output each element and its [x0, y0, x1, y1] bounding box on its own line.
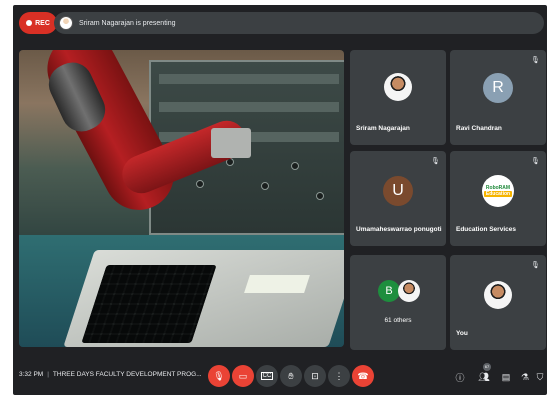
- mic-off-icon: 🎙︎: [531, 158, 540, 165]
- camera-off-icon: ▭: [238, 370, 248, 381]
- participant-tile[interactable]: 🎙︎ R Ravi Chandran: [450, 50, 546, 145]
- others-tile[interactable]: B 61 others: [350, 255, 446, 350]
- participant-letter-avatar: B: [378, 280, 400, 302]
- hand-icon: ✋︎: [288, 370, 294, 381]
- presenter-avatar: [59, 16, 73, 30]
- participant-name: Umamaheswarrao ponugoti: [356, 226, 442, 233]
- people-icon: 👥︎: [478, 371, 490, 382]
- host-controls-button[interactable]: ⛉: [533, 370, 547, 384]
- participant-tile[interactable]: 🎙︎ RoboRAM Education Education Services: [450, 151, 546, 246]
- mic-off-icon: 🎙︎: [213, 370, 225, 381]
- phone-end-icon: ☎︎: [357, 370, 369, 381]
- lock-icon: ⛉: [536, 371, 544, 382]
- participant-name: Sriram Nagarajan: [356, 125, 410, 132]
- meet-window: REC Sriram Nagarajan is presenting Srira…: [13, 5, 547, 395]
- self-photo-avatar: [484, 281, 512, 309]
- robot-gripper-image: [211, 128, 251, 158]
- others-count: 61 others: [384, 317, 412, 324]
- mic-off-icon: 🎙︎: [531, 262, 540, 269]
- info-button[interactable]: ⓘ: [453, 370, 467, 384]
- people-button[interactable]: 👥︎: [477, 370, 491, 384]
- present-icon: ⊡: [311, 370, 319, 381]
- rec-label: REC: [35, 19, 50, 27]
- logo-subtext: Education: [483, 191, 513, 197]
- participant-tile[interactable]: Sriram Nagarajan: [350, 50, 446, 145]
- more-options-button[interactable]: ⋮: [328, 365, 350, 387]
- meeting-info: 3:32 PM | THREE DAYS FACULTY DEVELOPMENT P…: [19, 371, 202, 378]
- participant-name: Education Services: [456, 226, 516, 233]
- participant-tile[interactable]: 🎙︎ U Umamaheswarrao ponugoti: [350, 151, 446, 246]
- presenting-banner[interactable]: Sriram Nagarajan is presenting: [54, 12, 544, 34]
- raise-hand-button[interactable]: ✋︎: [280, 365, 302, 387]
- record-dot-icon: [26, 20, 33, 26]
- meeting-title: THREE DAYS FACULTY DEVELOPMENT PROG...: [52, 371, 202, 378]
- recording-badge: REC: [19, 12, 57, 34]
- self-tile[interactable]: 🎙︎ You: [450, 255, 546, 350]
- presenting-text: Sriram Nagarajan is presenting: [79, 19, 176, 27]
- end-call-button[interactable]: ☎︎: [352, 365, 374, 387]
- self-name: You: [456, 330, 468, 337]
- camera-toggle-button[interactable]: ▭: [232, 365, 254, 387]
- participant-letter-avatar: R: [483, 73, 513, 103]
- control-bar: 3:32 PM | THREE DAYS FACULTY DEVELOPMENT P…: [13, 357, 547, 395]
- activities-icon: ⚗︎: [520, 371, 530, 382]
- sticker-image: [244, 275, 310, 293]
- participant-name: Ravi Chandran: [456, 125, 502, 132]
- activities-button[interactable]: ⚗︎: [518, 370, 532, 384]
- cc-icon: CC: [260, 372, 274, 380]
- chat-icon: ▤: [501, 371, 511, 382]
- participant-photo-avatar: [398, 280, 420, 302]
- participant-letter-avatar: U: [383, 176, 413, 206]
- mic-off-icon: 🎙︎: [531, 57, 540, 64]
- present-button[interactable]: ⊡: [304, 365, 326, 387]
- mic-off-icon: 🎙︎: [431, 158, 440, 165]
- participant-photo-avatar: [384, 73, 412, 101]
- mic-toggle-button[interactable]: 🎙︎: [208, 365, 230, 387]
- captions-button[interactable]: CC: [256, 365, 278, 387]
- presentation-view[interactable]: [19, 50, 344, 347]
- participants-count-badge: 67: [483, 363, 491, 371]
- meeting-time: 3:32 PM: [19, 371, 44, 378]
- chat-button[interactable]: ▤: [499, 370, 513, 384]
- roboram-logo: RoboRAM Education: [482, 175, 514, 207]
- more-vert-icon: ⋮: [334, 370, 344, 381]
- info-icon: ⓘ: [455, 372, 465, 383]
